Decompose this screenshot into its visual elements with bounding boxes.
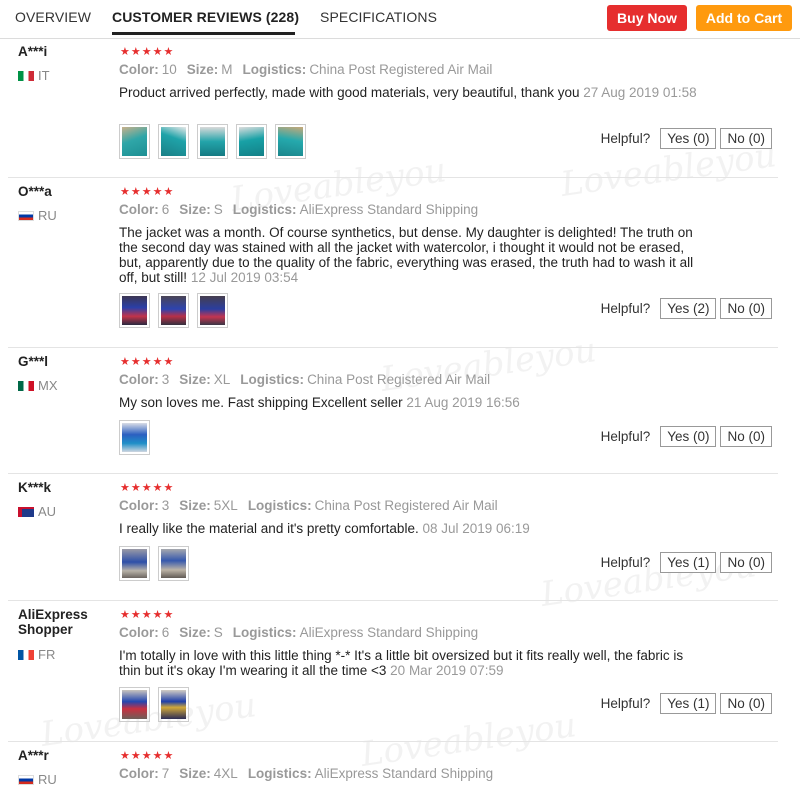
star-rating: ★★★★★ [120, 750, 175, 762]
reviewer-country: MX [18, 378, 58, 393]
review-photo[interactable] [158, 124, 189, 159]
reviewer-name: O***a [18, 184, 52, 199]
review-item: A***i IT ★★★★★ Color: 10 Size: M Logistics: C… [0, 38, 800, 178]
helpful-yes-button[interactable]: Yes (0) [660, 426, 717, 447]
helpful-vote: Helpful? Yes (0) No (0) [601, 128, 772, 149]
russia-flag-icon [18, 774, 34, 785]
reviewer-country: IT [18, 68, 50, 83]
tab-customer-reviews[interactable]: CUSTOMER REVIEWS (228) [112, 9, 299, 25]
review-photos [119, 420, 158, 455]
france-flag-icon [18, 649, 34, 660]
australia-flag-icon [18, 506, 34, 517]
review-date: 12 Jul 2019 03:54 [190, 270, 299, 285]
italy-flag-icon [18, 70, 34, 81]
review-photo[interactable] [197, 293, 228, 328]
review-item: K***k AU ★★★★★ Color: 3 Size: 5XL Logistics:… [0, 474, 800, 601]
reviewer-name: K***k [18, 480, 52, 495]
order-attributes: Color: 6 Size: S Logistics: AliExpress Standa… [119, 625, 479, 640]
mexico-flag-icon [18, 380, 34, 391]
star-rating: ★★★★★ [120, 482, 175, 494]
review-photo[interactable] [119, 420, 150, 455]
review-date: 20 Mar 2019 07:59 [390, 663, 504, 678]
buy-now-button[interactable]: Buy Now [607, 5, 687, 31]
helpful-yes-button[interactable]: Yes (2) [660, 298, 717, 319]
helpful-yes-button[interactable]: Yes (1) [660, 693, 717, 714]
helpful-no-button[interactable]: No (0) [720, 552, 772, 573]
reviewer-name: AliExpress Shopper [18, 607, 88, 637]
add-to-cart-button[interactable]: Add to Cart [696, 5, 792, 31]
review-item: G***l MX ★★★★★ Color: 3 Size: XL Logistics: C… [0, 348, 800, 474]
review-text: My son loves me. Fast shipping Excellent… [119, 395, 520, 410]
review-item: A***r RU ★★★★★ Color: 7 Size: 4XL Logistics:… [0, 742, 800, 795]
review-photo[interactable] [119, 293, 150, 328]
order-attributes: Color: 3 Size: 5XL Logistics: China Post Regi… [119, 498, 498, 513]
tab-specifications[interactable]: SPECIFICATIONS [320, 9, 437, 25]
helpful-no-button[interactable]: No (0) [720, 426, 772, 447]
helpful-vote: Helpful? Yes (1) No (0) [601, 693, 772, 714]
reviewer-country: RU [18, 208, 57, 223]
star-rating: ★★★★★ [120, 609, 175, 621]
reviewer-name: G***l [18, 354, 49, 369]
review-text: I'm totally in love with this little thi… [119, 648, 684, 678]
review-text: The jacket was a month. Of course synthe… [119, 225, 694, 285]
order-attributes: Color: 6 Size: S Logistics: AliExpress Standa… [119, 202, 479, 217]
review-photo[interactable] [158, 293, 189, 328]
active-tab-indicator [112, 32, 295, 35]
review-photo[interactable] [119, 124, 150, 159]
review-photo[interactable] [119, 546, 150, 581]
review-photo[interactable] [158, 546, 189, 581]
helpful-no-button[interactable]: No (0) [720, 128, 772, 149]
order-attributes: Color: 3 Size: XL Logistics: China Post Regis… [119, 372, 491, 387]
review-item: AliExpress Shopper FR ★★★★★ Color: 6 Size:… [0, 601, 800, 742]
tab-overview[interactable]: OVERVIEW [15, 9, 91, 25]
helpful-no-button[interactable]: No (0) [720, 693, 772, 714]
order-attributes: Color: 10 Size: M Logistics: China Post Regis… [119, 62, 493, 77]
reviewer-country: FR [18, 647, 55, 662]
review-item: O***a RU ★★★★★ Color: 6 Size: S Logistics: Al… [0, 178, 800, 348]
helpful-no-button[interactable]: No (0) [720, 298, 772, 319]
review-date: 21 Aug 2019 16:56 [406, 395, 520, 410]
reviewer-country: AU [18, 504, 56, 519]
review-photos [119, 124, 314, 159]
star-rating: ★★★★★ [120, 356, 175, 368]
review-photo[interactable] [236, 124, 267, 159]
reviewer-name: A***r [18, 748, 49, 763]
review-photos [119, 546, 197, 581]
product-tab-bar: OVERVIEW CUSTOMER REVIEWS (228) SPECIFIC… [0, 0, 800, 39]
review-photo[interactable] [197, 124, 228, 159]
reviewer-name: A***i [18, 44, 48, 59]
helpful-yes-button[interactable]: Yes (0) [660, 128, 717, 149]
review-date: 08 Jul 2019 06:19 [422, 521, 530, 536]
helpful-vote: Helpful? Yes (2) No (0) [601, 298, 772, 319]
review-text: I really like the material and it's pret… [119, 521, 530, 536]
russia-flag-icon [18, 210, 34, 221]
review-photo[interactable] [158, 687, 189, 722]
helpful-yes-button[interactable]: Yes (1) [660, 552, 717, 573]
helpful-vote: Helpful? Yes (1) No (0) [601, 552, 772, 573]
review-photos [119, 687, 197, 722]
review-text: Product arrived perfectly, made with goo… [119, 85, 697, 100]
review-date: 27 Aug 2019 01:58 [583, 85, 697, 100]
reviewer-country: RU [18, 772, 57, 787]
review-photos [119, 293, 236, 328]
star-rating: ★★★★★ [120, 46, 175, 58]
review-photo[interactable] [119, 687, 150, 722]
star-rating: ★★★★★ [120, 186, 175, 198]
order-attributes: Color: 7 Size: 4XL Logistics: AliExpress Stan… [119, 766, 494, 781]
review-photo[interactable] [275, 124, 306, 159]
helpful-vote: Helpful? Yes (0) No (0) [601, 426, 772, 447]
